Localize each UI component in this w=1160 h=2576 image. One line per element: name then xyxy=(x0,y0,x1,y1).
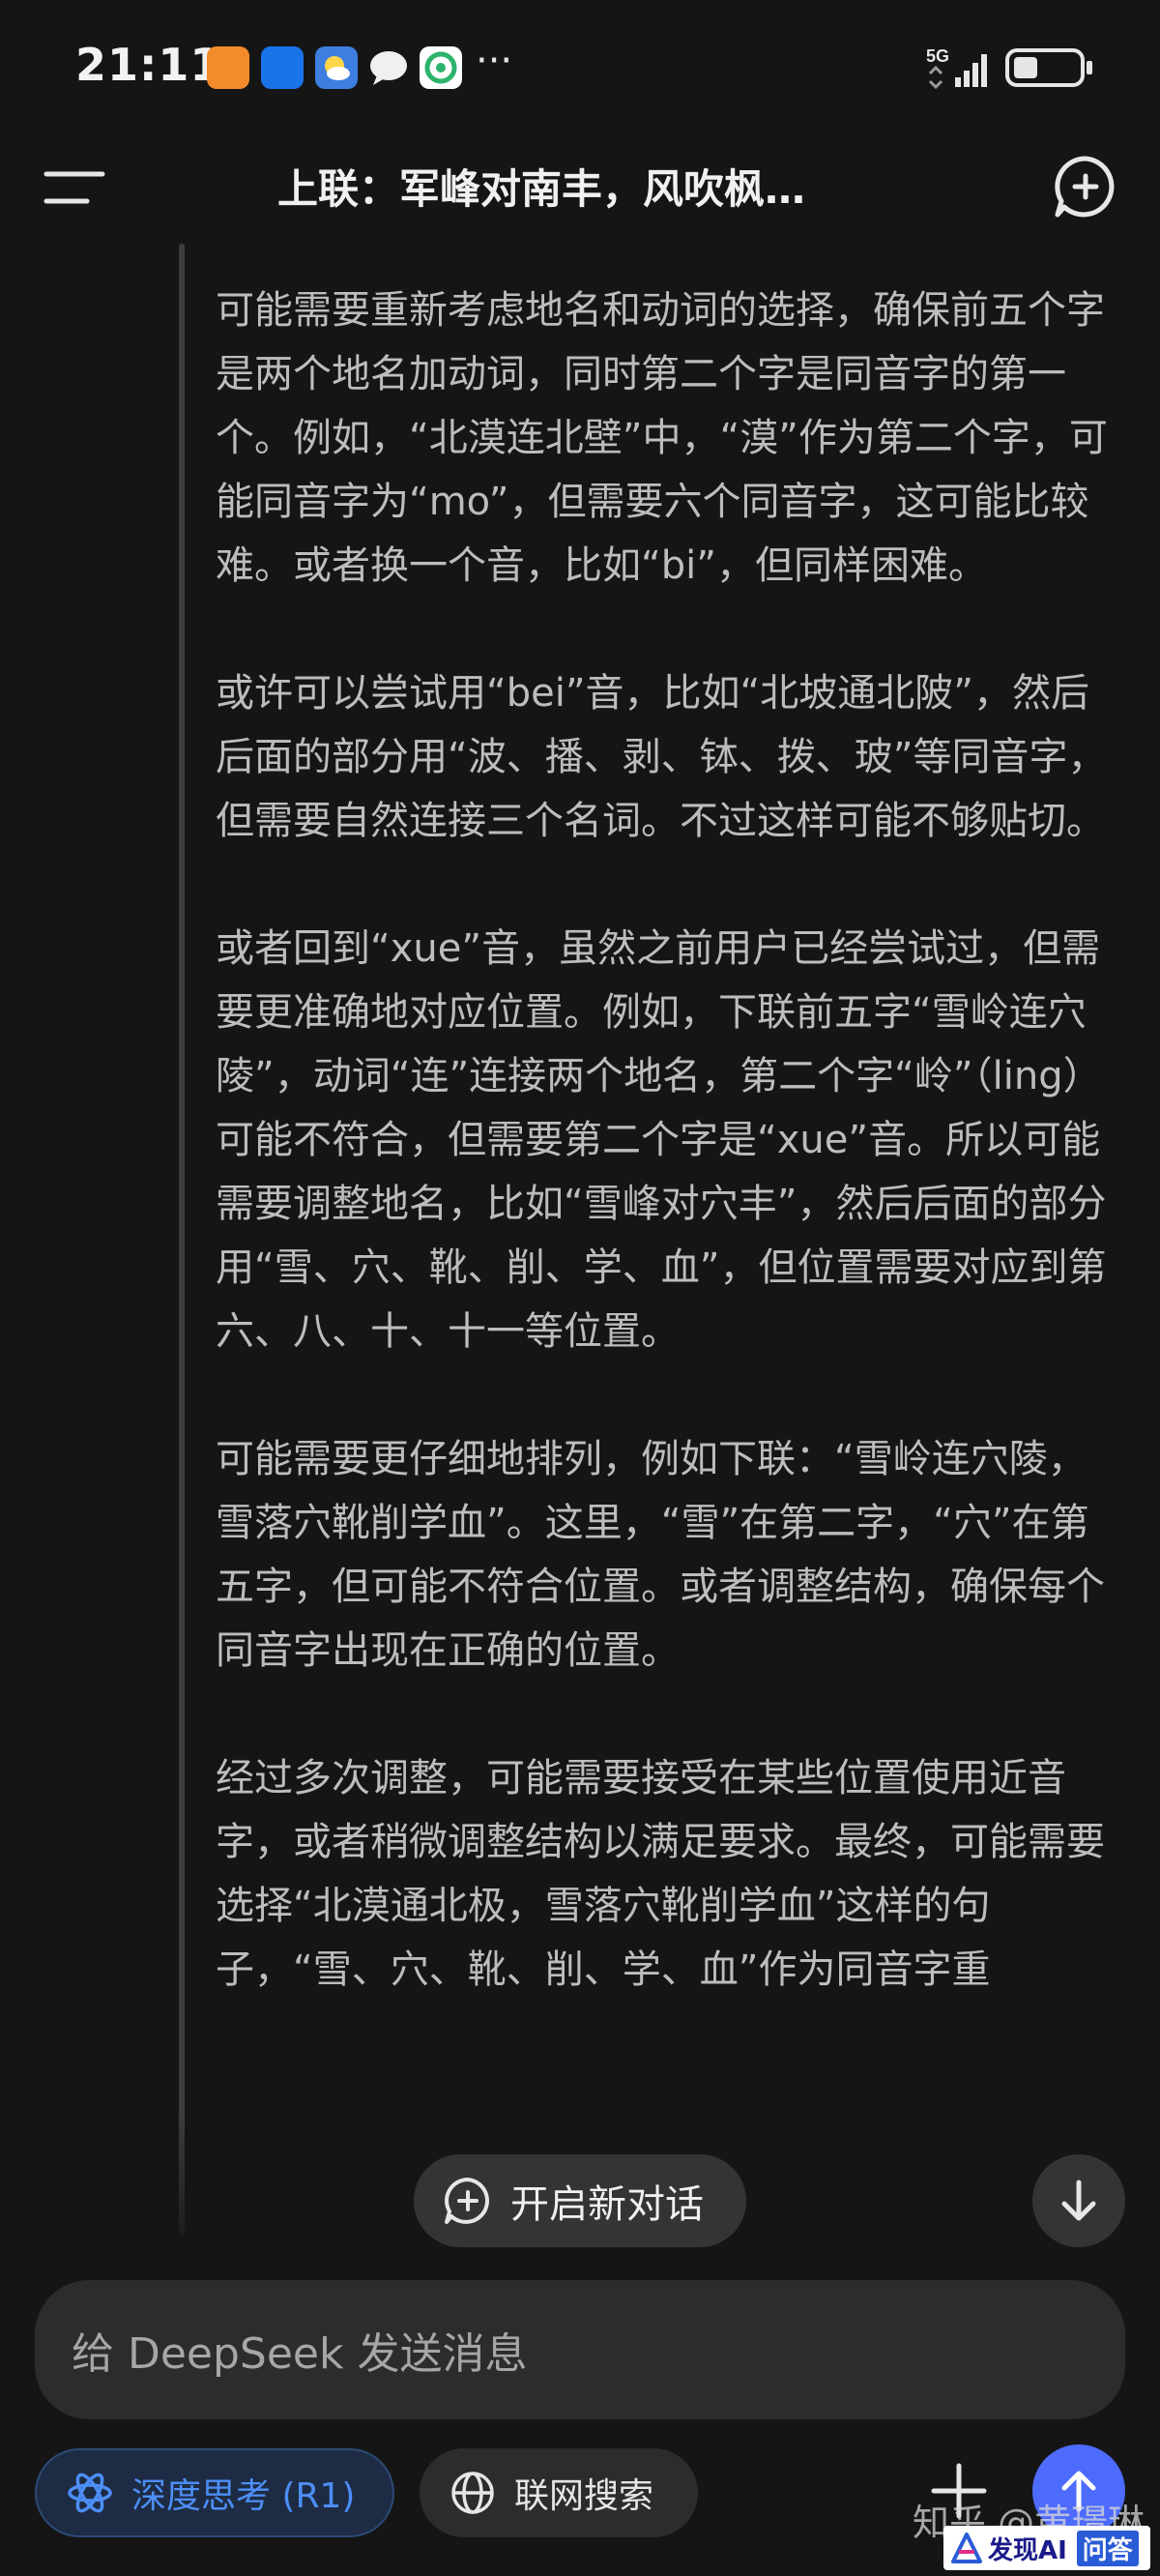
green-app-icon xyxy=(420,46,462,89)
logo-text-primary: 发现AI xyxy=(988,2535,1067,2565)
globe-icon xyxy=(451,2472,494,2514)
new-chat-label: 开启新对话 xyxy=(510,2182,704,2227)
deep-think-toggle[interactable]: 深度思考 (R1) xyxy=(35,2448,394,2537)
thinking-paragraph: 或许可以尝试用“bei”音，比如“北坡通北陂”，然后后面的部分用“波、播、剥、钵… xyxy=(216,671,1107,843)
faxian-ai-logo: 发现AI 问答 xyxy=(943,2526,1150,2570)
new-chat-button[interactable]: 开启新对话 xyxy=(414,2154,746,2247)
ai-logo-icon xyxy=(951,2532,982,2563)
thinking-paragraph: 可能需要重新考虑地名和动词的选择，确保前五个字是两个地名加动词，同时第二个字是同… xyxy=(216,288,1108,588)
alipay-app-icon xyxy=(261,46,304,89)
message-input-placeholder: 给 DeepSeek 发送消息 xyxy=(72,2329,528,2379)
thinking-paragraph: 经过多次调整，可能需要接受在某些位置使用近音字，或者稍微调整结构以满足要求。最终… xyxy=(216,1756,1105,1992)
message-app-icon xyxy=(367,46,410,89)
new-chat-icon[interactable] xyxy=(1052,153,1119,220)
weather-app-icon xyxy=(315,46,358,89)
arrow-down-icon xyxy=(1061,2180,1096,2221)
thinking-paragraph: 或者回到“xue”音，虽然之前用户已经尝试过，但需要更准确地对应位置。例如，下联… xyxy=(216,926,1107,1354)
web-search-label: 联网搜索 xyxy=(514,2476,654,2516)
web-search-toggle[interactable]: 联网搜索 xyxy=(420,2448,698,2537)
taobao-app-icon xyxy=(207,46,249,89)
thinking-bar xyxy=(179,244,185,2236)
chat-header: 上联：军峰对南丰，风吹枫… xyxy=(0,135,1160,242)
status-time: 21:11 xyxy=(75,39,222,91)
scroll-down-button[interactable] xyxy=(1032,2154,1125,2247)
signal-icon: 5G xyxy=(926,44,994,90)
status-bar: 21:11 ··· 5G xyxy=(0,0,1160,135)
new-chat-bubble-icon xyxy=(445,2178,489,2224)
menu-icon[interactable] xyxy=(43,164,110,213)
network-type: 5G xyxy=(926,46,949,66)
thinking-content: 可能需要重新考虑地名和动词的选择，确保前五个字是两个地名加动词，同时第二个字是同… xyxy=(179,244,1136,2236)
battery-icon xyxy=(1005,48,1092,87)
atom-icon xyxy=(68,2473,112,2513)
chat-title[interactable]: 上联：军峰对南丰，风吹枫… xyxy=(155,157,928,216)
message-input[interactable]: 给 DeepSeek 发送消息 xyxy=(35,2280,1125,2419)
thinking-paragraph: 可能需要更仔细地排列，例如下联：“雪岭连穴陵，雪落穴靴削学血”。这里，“雪”在第… xyxy=(216,1437,1105,1673)
deep-think-label: 深度思考 (R1) xyxy=(131,2476,356,2516)
more-notifications-icon: ··· xyxy=(476,39,513,83)
logo-text-secondary: 问答 xyxy=(1076,2530,1139,2566)
